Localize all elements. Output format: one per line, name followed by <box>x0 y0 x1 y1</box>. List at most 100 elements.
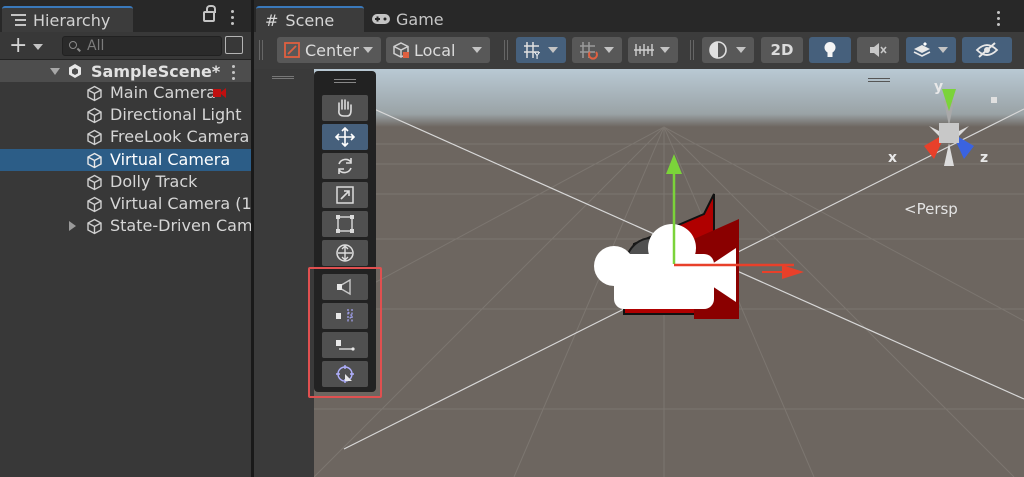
cinemachine-brain-icon <box>211 86 227 100</box>
hierarchy-item-label: Dolly Track <box>110 172 197 191</box>
grid-visibility-button[interactable]: Y <box>516 37 566 63</box>
gizmo-y-label: y <box>934 79 943 95</box>
gameobject-cube-icon <box>86 152 103 169</box>
gameobject-cube-icon <box>86 174 103 191</box>
chevron-down-icon <box>660 47 670 53</box>
transform-icon <box>334 243 356 263</box>
draw-mode-button[interactable] <box>702 37 754 63</box>
increment-snap-icon <box>632 41 656 59</box>
hierarchy-item-dolly-track[interactable]: Dolly Track <box>0 171 251 193</box>
gizmo-x-label: x <box>888 150 897 166</box>
toolbar-grip[interactable] <box>690 40 694 60</box>
transform-tool-button[interactable] <box>322 240 368 266</box>
chevron-down-icon <box>548 47 558 53</box>
effects-toggle-button[interactable] <box>906 37 956 63</box>
pivot-mode-label: Center <box>305 41 359 60</box>
hierarchy-menu-icon[interactable] <box>231 10 235 28</box>
x-axis-arrow-icon <box>754 262 814 282</box>
rotate-tool-button[interactable] <box>322 153 368 179</box>
increment-snap-button[interactable] <box>628 37 678 63</box>
add-icon[interactable]: + <box>9 36 27 56</box>
hash-icon: # <box>265 11 278 30</box>
shading-mode-icon <box>708 40 728 60</box>
audio-toggle-button[interactable] <box>857 37 899 63</box>
toggle-2d-button[interactable]: 2D <box>761 37 803 63</box>
hierarchy-item-label: Directional Light <box>110 105 242 124</box>
expand-chevron-icon[interactable] <box>69 221 76 231</box>
hierarchy-item-main-camera[interactable]: Main Camera <box>0 82 251 104</box>
hierarchy-item-label: Main Camera <box>110 83 216 102</box>
chevron-left-icon: < <box>904 200 917 218</box>
scene-root-row[interactable]: SampleScene* <box>0 60 251 82</box>
hierarchy-item-state-driven-camera[interactable]: State-Driven Camera <box>0 215 251 237</box>
scene-menu-icon[interactable] <box>997 11 1001 29</box>
move-tool-button[interactable] <box>322 124 368 150</box>
move-arrows-icon <box>334 127 356 147</box>
hierarchy-toolbar: + All <box>0 32 251 60</box>
list-icon <box>11 14 26 26</box>
chevron-down-icon <box>736 47 746 53</box>
gameobject-cube-icon <box>86 85 103 102</box>
hierarchy-item-label: Virtual Camera <box>110 150 230 169</box>
rotate-icon <box>334 156 356 176</box>
toggle-2d-label: 2D <box>771 41 794 59</box>
hand-tool-button[interactable] <box>322 95 368 121</box>
hierarchy-item-label: Virtual Camera (1) <box>110 194 258 213</box>
layers-effects-icon <box>912 41 932 59</box>
add-dropdown-chevron-icon[interactable] <box>33 44 43 50</box>
hierarchy-tab-bar: Hierarchy <box>0 0 251 32</box>
hierarchy-search-input[interactable]: All <box>62 36 222 56</box>
hand-icon <box>334 98 356 118</box>
tab-scene-label: Scene <box>285 11 334 30</box>
collapse-chevron-icon[interactable] <box>50 68 60 75</box>
dock-grip[interactable] <box>272 76 294 79</box>
pivot-space-dropdown[interactable]: Local <box>386 37 490 63</box>
hierarchy-item-freelook-camera[interactable]: FreeLook Camera <box>0 126 251 148</box>
hierarchy-item-virtual-camera-1[interactable]: Virtual Camera (1) <box>0 193 251 215</box>
snap-icon <box>578 40 600 60</box>
rect-tool-button[interactable] <box>322 211 368 237</box>
orientation-gizmo[interactable] <box>894 81 1004 181</box>
toolbar-grip[interactable] <box>504 40 508 60</box>
scene-tab-bar: # Scene Game <box>254 0 1024 32</box>
chevron-down-icon <box>363 47 373 53</box>
chevron-down-icon <box>604 47 614 53</box>
virtual-camera-gizmo-icon <box>594 144 794 324</box>
projection-label: Persp <box>917 200 958 218</box>
snap-settings-button[interactable] <box>572 37 622 63</box>
tab-game-label: Game <box>396 10 444 29</box>
lightbulb-icon <box>823 41 837 59</box>
scale-icon <box>334 185 356 205</box>
hierarchy-item-label: State-Driven Camera <box>110 216 251 235</box>
lock-icon[interactable] <box>203 11 215 22</box>
overlay-grip[interactable] <box>334 79 356 83</box>
scene-menu-icon[interactable] <box>232 65 236 83</box>
pivot-mode-dropdown[interactable]: Center <box>277 37 381 63</box>
hierarchy-tab-label: Hierarchy <box>33 11 110 30</box>
projection-toggle[interactable]: <Persp <box>904 200 958 218</box>
tab-game[interactable]: Game <box>371 6 461 32</box>
scene-visibility-icon[interactable] <box>225 36 243 54</box>
search-placeholder: All <box>87 38 104 54</box>
scene-viewport[interactable] <box>314 69 1024 477</box>
overlay-dock-strip <box>254 69 314 477</box>
svg-text:Y: Y <box>533 51 541 60</box>
scale-tool-button[interactable] <box>322 182 368 208</box>
lighting-toggle-button[interactable] <box>809 37 851 63</box>
pivot-space-label: Local <box>414 41 455 60</box>
audio-mute-icon <box>868 41 888 59</box>
rect-icon <box>334 214 356 234</box>
scene-visibility-button[interactable] <box>962 37 1012 63</box>
gizmo-z-label: z <box>980 150 988 166</box>
hierarchy-tab[interactable]: Hierarchy <box>2 6 133 32</box>
tab-scene[interactable]: # Scene <box>256 6 364 32</box>
gameobject-cube-icon <box>86 196 103 213</box>
hierarchy-item-directional-light[interactable]: Directional Light <box>0 104 251 126</box>
hierarchy-item-virtual-camera[interactable]: Virtual Camera <box>0 149 251 171</box>
gameobject-cube-icon <box>86 218 103 235</box>
chevron-down-icon <box>472 47 482 53</box>
hierarchy-item-label: FreeLook Camera <box>110 127 249 146</box>
toolbar-grip[interactable] <box>259 40 263 60</box>
viewport-options-grip[interactable] <box>868 78 890 82</box>
local-space-icon <box>392 41 410 59</box>
